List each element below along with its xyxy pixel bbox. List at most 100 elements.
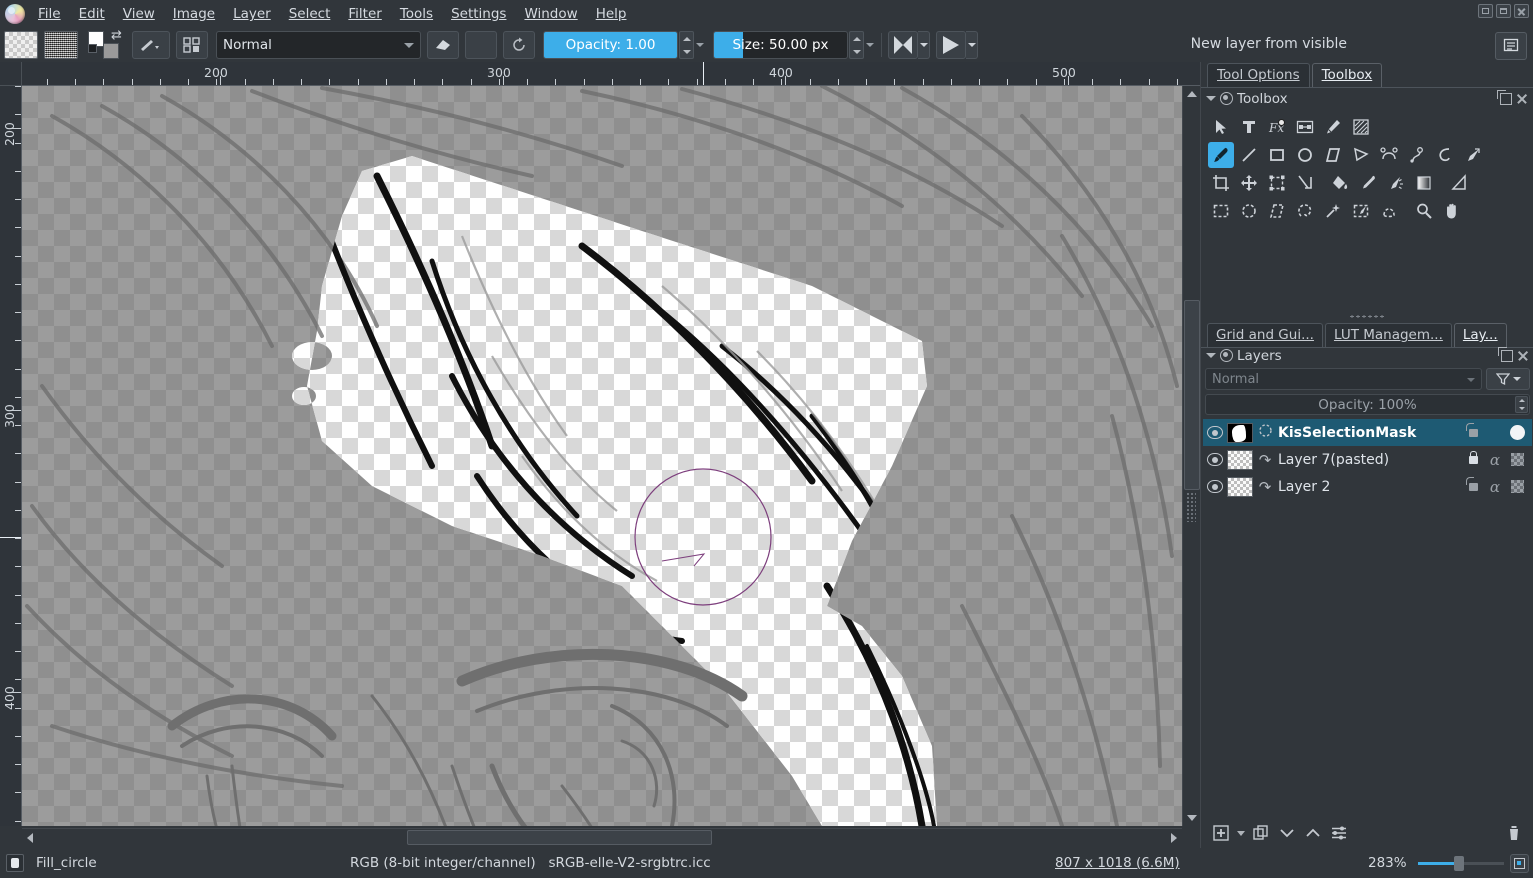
mirror-horizontal-dropdown[interactable]: [918, 31, 930, 59]
dynamic-brush-tool[interactable]: [1432, 142, 1458, 168]
minimize-button[interactable]: [1478, 4, 1493, 18]
layer-lock-toggle[interactable]: [1462, 473, 1484, 500]
float-panel-icon[interactable]: [1501, 350, 1513, 362]
calligraphy-tool[interactable]: [1292, 114, 1318, 140]
reload-preset-button[interactable]: [503, 31, 535, 59]
scroll-right-button[interactable]: [1166, 829, 1182, 847]
layer-properties-button[interactable]: [1327, 822, 1351, 844]
pan-tool[interactable]: [1439, 198, 1465, 224]
edit-shapes-tool[interactable]: Fx: [1264, 114, 1290, 140]
layer-lock-toggle[interactable]: [1462, 419, 1484, 446]
layer-opacity-slider[interactable]: Opacity: 100%: [1205, 394, 1530, 415]
crop-tool[interactable]: [1208, 170, 1234, 196]
gradient-tool[interactable]: [1411, 170, 1437, 196]
canvas-area[interactable]: [22, 86, 1182, 826]
collapse-caret-icon[interactable]: [1206, 96, 1216, 101]
preserve-alpha-button[interactable]: [465, 31, 497, 59]
move-tool[interactable]: [1236, 170, 1262, 196]
background-color-swatch[interactable]: [103, 43, 119, 59]
freehand-path-tool[interactable]: [1320, 114, 1346, 140]
similar-color-selection-tool[interactable]: [1348, 198, 1374, 224]
scroll-down-button[interactable]: [1183, 810, 1201, 826]
mirror-vertical-button[interactable]: [936, 31, 966, 59]
menu-edit[interactable]: Edit: [70, 2, 114, 26]
polyline-tool[interactable]: [1348, 142, 1374, 168]
dock-splitter-grip[interactable]: [1186, 492, 1196, 522]
mirror-horizontal-button[interactable]: [888, 31, 918, 59]
layer-name[interactable]: Layer 7(pasted): [1274, 452, 1462, 468]
opacity-stepper[interactable]: [679, 31, 694, 59]
menu-settings[interactable]: Settings: [442, 2, 515, 26]
horizontal-scroll-thumb[interactable]: [407, 830, 712, 845]
table-row[interactable]: KisSelectionMask: [1203, 419, 1532, 446]
scroll-left-button[interactable]: [22, 829, 38, 847]
rectangular-selection-tool[interactable]: [1208, 198, 1234, 224]
freehand-selection-tool[interactable]: [1292, 198, 1318, 224]
fit-page-button[interactable]: [1510, 854, 1529, 873]
layer-visibility-toggle[interactable]: [1203, 453, 1227, 466]
foreground-background-colors[interactable]: ⇄: [88, 30, 126, 60]
pattern-swatch[interactable]: [44, 31, 78, 59]
layer-lock-toggle[interactable]: [1462, 446, 1484, 473]
rectangle-tool[interactable]: [1264, 142, 1290, 168]
elliptical-selection-tool[interactable]: [1236, 198, 1262, 224]
toolbar-overflow-button[interactable]: [1495, 32, 1527, 60]
layer-thumbnail[interactable]: [1227, 423, 1253, 443]
tab-toolbox[interactable]: Toolbox: [1312, 63, 1383, 87]
selection-active-indicator[interactable]: [1506, 419, 1528, 446]
opacity-dropdown[interactable]: [694, 31, 705, 59]
canvas-horizontal-scrollbar[interactable]: [22, 828, 1182, 846]
polygonal-selection-tool[interactable]: [1264, 198, 1290, 224]
bezier-selection-tool[interactable]: [1376, 198, 1402, 224]
size-dropdown[interactable]: [864, 31, 875, 59]
duplicate-layer-button[interactable]: [1249, 822, 1273, 844]
dock-splitter[interactable]: [1201, 310, 1533, 322]
tab-grid-and-guides[interactable]: Grid and Gui...: [1207, 323, 1323, 347]
color-picker-tool[interactable]: [1355, 170, 1381, 196]
freehand-brush-tool[interactable]: [1208, 142, 1234, 168]
menu-image[interactable]: Image: [164, 2, 224, 26]
horizontal-ruler[interactable]: 200300400500: [22, 62, 1200, 86]
brush-presets-chooser-button[interactable]: [176, 31, 208, 59]
fill-tool[interactable]: [1327, 170, 1353, 196]
scroll-up-button[interactable]: [1183, 86, 1201, 102]
menu-tools[interactable]: Tools: [391, 2, 442, 26]
layer-name[interactable]: KisSelectionMask: [1274, 425, 1462, 441]
canvas-vertical-scrollbar[interactable]: [1182, 86, 1200, 826]
ellipse-tool[interactable]: [1292, 142, 1318, 168]
mirror-vertical-group[interactable]: [936, 31, 978, 59]
table-row[interactable]: ↷ Layer 2 α: [1203, 473, 1532, 500]
menu-help[interactable]: Help: [587, 2, 636, 26]
multibrush-tool[interactable]: [1460, 142, 1486, 168]
table-row[interactable]: ↷ Layer 7(pasted) α: [1203, 446, 1532, 473]
menu-file[interactable]: File: [29, 2, 70, 26]
transform-tool[interactable]: [1264, 170, 1290, 196]
size-slider[interactable]: Size: 50.00 px: [713, 31, 848, 59]
add-layer-button[interactable]: [1209, 822, 1233, 844]
tab-tool-options[interactable]: Tool Options: [1207, 63, 1310, 87]
layer-name[interactable]: Layer 2: [1274, 479, 1462, 495]
blend-mode-select[interactable]: Normal: [216, 31, 421, 59]
smart-patch-tool[interactable]: [1383, 170, 1409, 196]
move-layer-up-button[interactable]: [1301, 822, 1325, 844]
layer-alpha-checker[interactable]: [1506, 473, 1528, 500]
mirror-horizontal-group[interactable]: [888, 31, 930, 59]
vertical-ruler[interactable]: 200300400: [0, 86, 22, 826]
tab-layers[interactable]: Lay...: [1454, 323, 1507, 347]
menu-layer[interactable]: Layer: [224, 2, 280, 26]
text-tool[interactable]: [1236, 114, 1262, 140]
delete-layer-button[interactable]: [1502, 822, 1526, 844]
eraser-toggle-button[interactable]: [427, 31, 459, 59]
bezier-curve-tool[interactable]: [1376, 142, 1402, 168]
layer-alpha-checker[interactable]: [1506, 446, 1528, 473]
menu-view[interactable]: View: [114, 2, 164, 26]
swap-colors-icon[interactable]: ⇄: [111, 30, 125, 43]
zoom-slider[interactable]: [1418, 859, 1504, 867]
current-preset-icon[interactable]: [6, 854, 24, 872]
gradient-edit-tool[interactable]: [1348, 114, 1374, 140]
maximize-button[interactable]: [1496, 4, 1511, 18]
freehand-path-shape-tool[interactable]: [1404, 142, 1430, 168]
polygon-tool[interactable]: [1320, 142, 1346, 168]
close-panel-icon[interactable]: [1517, 350, 1529, 362]
close-panel-icon[interactable]: [1516, 93, 1528, 105]
